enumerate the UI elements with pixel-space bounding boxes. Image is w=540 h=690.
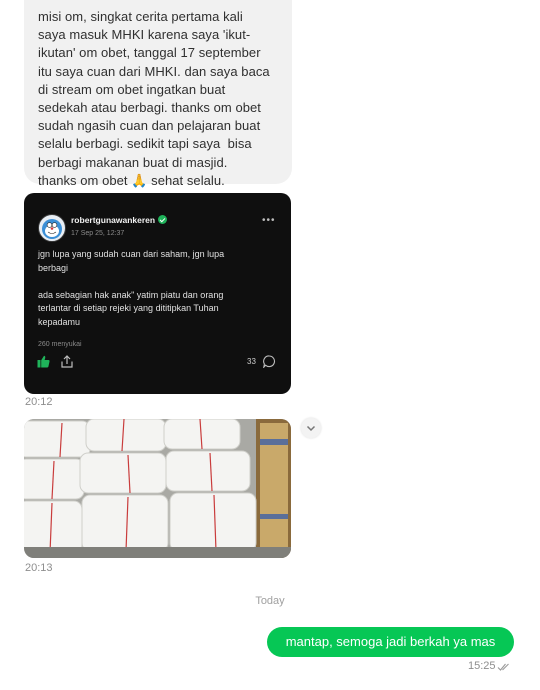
outgoing-message-text: mantap, semoga jadi berkah ya mas — [285, 634, 496, 649]
comment-icon — [263, 355, 275, 368]
food-boxes-photo[interactable] — [24, 419, 291, 558]
share-icon — [61, 355, 73, 368]
more-options-icon: ••• — [262, 215, 276, 226]
incoming-message-text: misi om, singkat cerita pertama kali say… — [38, 9, 270, 188]
incoming-message-bubble[interactable]: misi om, singkat cerita pertama kali say… — [24, 0, 292, 188]
message-time: 20:13 — [25, 562, 53, 574]
message-time: 20:12 — [25, 396, 53, 408]
comment-count: 33 — [247, 357, 256, 366]
post-username-text: robertgunawankeren — [71, 215, 156, 225]
scroll-down-button[interactable] — [301, 418, 321, 438]
post-date: 17 Sep 25, 12:37 — [71, 230, 125, 237]
thumbs-up-icon — [37, 355, 50, 368]
shared-post-screenshot[interactable]: robertgunawankeren 17 Sep 25, 12:37 ••• … — [24, 193, 291, 394]
day-separator: Today — [255, 595, 285, 607]
verified-badge-icon — [158, 215, 168, 224]
post-like-count: 260 menyukai — [38, 341, 82, 348]
post-username: robertgunawankeren — [71, 215, 168, 225]
post-body-text: jgn lupa yang sudah cuan dari saham, jgn… — [38, 249, 225, 327]
outgoing-message-time: 15:25 — [468, 660, 496, 672]
food-boxes-image — [24, 419, 291, 558]
outgoing-message-bubble[interactable]: mantap, semoga jadi berkah ya mas — [267, 627, 514, 657]
chat-area: misi om, singkat cerita pertama kali say… — [0, 0, 540, 690]
chevron-down-icon — [306, 425, 316, 432]
avatar — [38, 214, 66, 242]
read-receipt-icon — [497, 663, 509, 671]
